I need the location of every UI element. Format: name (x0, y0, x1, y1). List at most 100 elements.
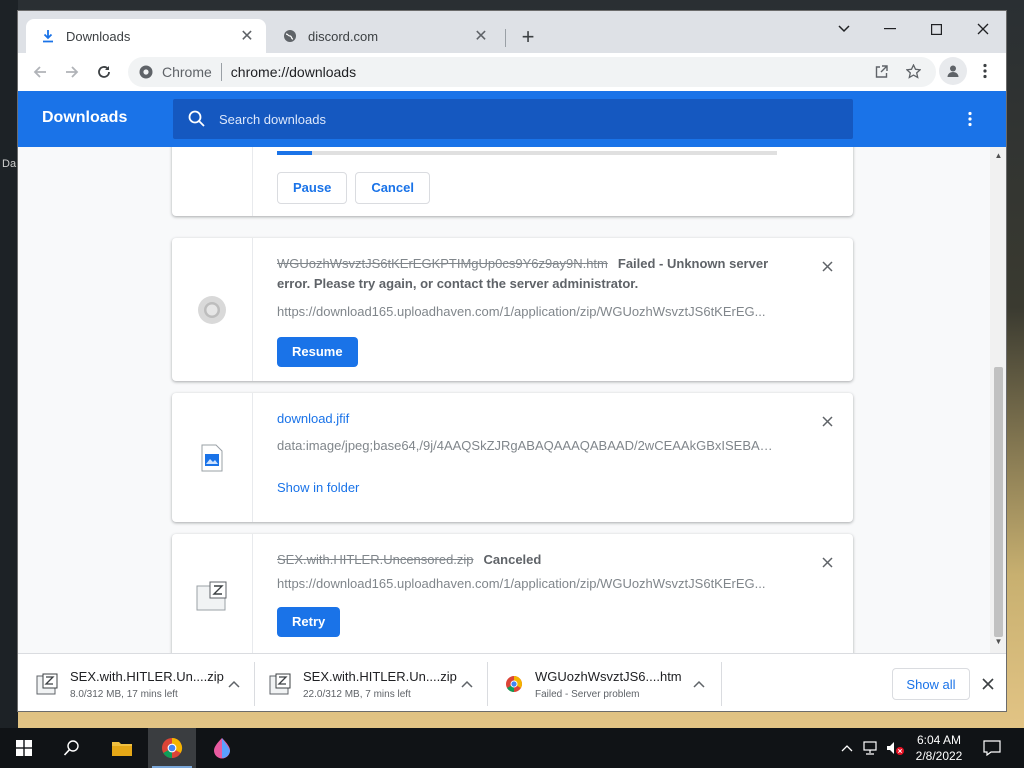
omnibox-separator (220, 63, 222, 81)
network-button[interactable] (861, 738, 881, 758)
forward-arrow-icon (66, 66, 79, 78)
image-file-icon (201, 444, 223, 471)
minimize-icon (884, 28, 896, 30)
resume-button[interactable]: Resume (277, 337, 358, 367)
bookmark-button[interactable] (900, 58, 926, 84)
chevron-down-icon (838, 25, 850, 33)
avatar-icon (947, 65, 959, 77)
file-name-link[interactable]: download.jfif (277, 411, 349, 426)
show-in-folder-link[interactable]: Show in folder (277, 480, 359, 495)
download-card-canceled: SEX.with.HITLER.Uncensored.zip Canceled h… (172, 534, 853, 653)
download-url[interactable]: data:image/jpeg;base64,/9j/4AAQSkZJRgABA… (277, 438, 777, 453)
remove-download-button[interactable] (817, 256, 837, 276)
url-text[interactable]: chrome://downloads (231, 64, 356, 80)
show-hidden-icons-button[interactable] (837, 738, 857, 758)
search-icon (63, 740, 79, 756)
shelf-item[interactable]: SEX.with.HITLER.Un....zip 8.0/312 MB, 17… (18, 654, 244, 711)
volume-button[interactable] (885, 738, 905, 758)
scrollbar-thumb[interactable] (994, 367, 1003, 637)
downloads-header: Downloads (18, 91, 1006, 147)
desktop-edge: Da (0, 0, 18, 728)
network-icon (863, 741, 877, 755)
close-icon (821, 415, 833, 427)
globe-icon (282, 28, 298, 44)
back-button[interactable] (26, 58, 54, 86)
file-name[interactable]: WGUozhWsvztJS6tKErEGKPTIMgUp0cs9Y6z9ay9N… (277, 256, 608, 271)
download-icon (40, 28, 56, 44)
scroll-up-icon[interactable]: ▲ (994, 151, 1003, 160)
maximize-icon (930, 23, 942, 35)
scroll-down-icon[interactable]: ▼ (994, 637, 1003, 646)
shelf-item[interactable]: WGUozhWsvztJS6....htm Failed - Server pr… (485, 654, 709, 711)
new-tab-button[interactable]: + (516, 24, 540, 49)
shelf-file-name: WGUozhWsvztJS6....htm (535, 668, 682, 684)
download-url[interactable]: https://download165.uploadhaven.com/1/ap… (277, 304, 777, 319)
tab-discord[interactable]: discord.com ✕ (268, 19, 500, 53)
retry-button[interactable]: Retry (277, 607, 341, 637)
chrome-icon (506, 676, 522, 692)
file-name[interactable]: SEX.with.HITLER.Uncensored.zip (277, 552, 474, 567)
minimize-button[interactable] (867, 15, 913, 43)
chevron-up-icon (841, 745, 853, 752)
download-progress-fill (277, 151, 312, 155)
reload-button[interactable] (90, 58, 118, 86)
chevron-up-icon[interactable] (689, 674, 709, 694)
profile-button[interactable] (939, 57, 967, 85)
download-url[interactable]: https://download165.uploadhaven.com/1/ap… (277, 576, 777, 591)
chevron-up-icon[interactable] (224, 674, 244, 694)
remove-download-button[interactable] (817, 552, 837, 572)
site-label: Chrome (162, 64, 212, 80)
downloads-list: Pause Cancel WGUozhWsvztJS6tKErEGKPTIMgU… (18, 147, 990, 653)
download-name-line: WGUozhWsvztJS6tKErEGKPTIMgUp0cs9Y6z9ay9N… (277, 254, 793, 294)
pause-button[interactable]: Pause (277, 172, 348, 204)
desktop-edge-label: Da (2, 158, 17, 170)
taskbar-clock[interactable]: 6:04 AM 2/8/2022 (908, 732, 970, 764)
close-shelf-button[interactable] (978, 674, 998, 694)
notification-icon (983, 740, 1001, 756)
chrome-taskbar-button[interactable] (148, 728, 196, 768)
tab-search-button[interactable] (821, 15, 867, 43)
share-icon (875, 64, 888, 78)
zip-file-icon (196, 581, 227, 610)
taskbar-search-button[interactable] (48, 728, 96, 768)
downloads-menu-button[interactable] (958, 107, 982, 131)
search-input[interactable] (219, 111, 819, 127)
close-tab-icon[interactable]: ✕ (238, 27, 256, 45)
shelf-file-name: SEX.with.HITLER.Un....zip (303, 668, 457, 684)
folder-icon (112, 742, 132, 756)
chrome-site-icon (139, 65, 153, 79)
close-icon (821, 556, 833, 568)
search-downloads[interactable] (173, 99, 853, 139)
close-tab-icon[interactable]: ✕ (472, 27, 490, 45)
tab-downloads[interactable]: Downloads ✕ (26, 19, 266, 53)
chevron-up-icon[interactable] (457, 674, 477, 694)
close-window-button[interactable] (960, 15, 1006, 43)
maximize-button[interactable] (913, 15, 959, 43)
volume-muted-icon (887, 742, 904, 755)
share-button[interactable] (868, 58, 894, 84)
download-card-in-progress: Pause Cancel (172, 147, 853, 216)
start-button[interactable] (0, 728, 48, 768)
zip-file-icon (36, 673, 58, 695)
remove-download-button[interactable] (817, 411, 837, 431)
shelf-item[interactable]: SEX.with.HITLER.Un....zip 22.0/312 MB, 7… (251, 654, 477, 711)
address-bar[interactable]: Chrome chrome://downloads (128, 57, 936, 87)
tab-title: discord.com (308, 28, 379, 44)
download-card-failed: WGUozhWsvztJS6tKErEGKPTIMgUp0cs9Y6z9ay9N… (172, 238, 853, 381)
forward-button[interactable] (58, 58, 86, 86)
cancel-button[interactable]: Cancel (355, 172, 430, 204)
clock-time: 6:04 AM (916, 733, 962, 747)
action-center-button[interactable] (982, 738, 1002, 758)
star-icon (905, 63, 921, 79)
close-icon (977, 23, 989, 35)
shelf-divider (721, 662, 722, 706)
paint-3d-button[interactable] (198, 728, 246, 768)
show-all-button[interactable]: Show all (892, 668, 970, 700)
download-name-line: download.jfif (277, 409, 793, 429)
download-card-completed: download.jfif data:image/jpeg;base64,/9j… (172, 393, 853, 522)
zip-file-icon (269, 673, 291, 695)
chrome-menu-button[interactable] (972, 58, 998, 84)
file-explorer-button[interactable] (98, 728, 146, 768)
page-scrollbar[interactable]: ▲ ▼ (990, 147, 1006, 653)
tab-strip: Downloads ✕ discord.com ✕ + (18, 11, 1006, 53)
